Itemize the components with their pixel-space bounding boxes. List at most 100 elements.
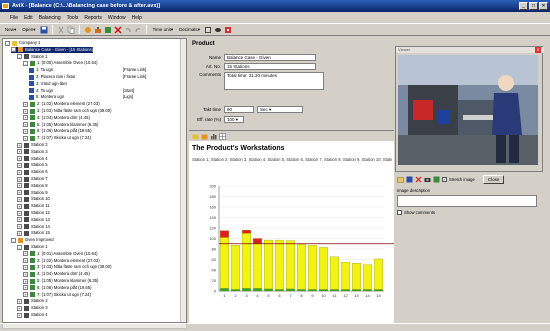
redo-icon[interactable] (134, 26, 142, 34)
open-button[interactable]: Open ▾ (20, 25, 37, 34)
expand-icon[interactable]: + (17, 203, 22, 209)
tree-item[interactable]: - Station 1 (17, 244, 48, 250)
tree-item[interactable]: +4: (1:04) Montera dörr (4.45) (23, 271, 90, 277)
tree-item[interactable]: + Station 12 (17, 210, 50, 216)
chart-view-icon[interactable] (210, 133, 217, 140)
image-open-icon[interactable] (397, 176, 404, 183)
expand-icon[interactable]: + (17, 230, 22, 236)
collapse-icon[interactable]: - (17, 54, 22, 60)
menu-help[interactable]: Help (132, 15, 142, 21)
product-icon[interactable] (84, 26, 92, 34)
tree-item[interactable]: +6: (1:06) Montera plåt (19.55) (23, 128, 91, 134)
station-icon[interactable] (94, 26, 102, 34)
tree-item[interactable]: + Station 8 (17, 183, 48, 189)
undo-icon[interactable] (124, 26, 132, 34)
expand-icon[interactable]: + (23, 251, 28, 257)
expand-icon[interactable]: + (23, 285, 28, 291)
menu-balancing[interactable]: Balancing (39, 15, 61, 21)
image-description-field[interactable] (397, 195, 537, 207)
balance-icon[interactable] (204, 26, 212, 34)
tree-vertical-scrollbar[interactable] (180, 39, 186, 322)
stretch-image-checkbox[interactable]: ✓ (442, 176, 447, 182)
collapse-icon[interactable]: - (11, 237, 16, 243)
product-tree[interactable]: - Company 1- Balance Case - Given - [15 St… (2, 38, 187, 323)
save-icon[interactable] (40, 26, 48, 34)
name-field[interactable]: Balance Case - Given (224, 54, 316, 61)
expand-icon[interactable]: + (23, 278, 28, 284)
tree-item[interactable]: +4: (1:04) Montera dörr (4.45) (23, 115, 90, 121)
tree-item[interactable]: + Station 3 (17, 149, 48, 155)
tree-item[interactable]: +3: (1:03) Nitta fäste ram och ugn (39.0… (23, 264, 111, 270)
tree-item[interactable]: + Station 3 (17, 305, 48, 311)
menu-tools[interactable]: Tools (67, 15, 79, 21)
image-delete-icon[interactable] (415, 176, 422, 183)
tree-item[interactable]: 3: Vänd ugn åter (29, 81, 67, 87)
copy-icon[interactable] (67, 26, 75, 34)
expand-icon[interactable]: + (17, 190, 22, 196)
menu-reports[interactable]: Reports (84, 15, 102, 21)
menu-window[interactable]: Window (108, 15, 126, 21)
expand-icon[interactable]: + (17, 298, 22, 304)
task-icon[interactable] (104, 26, 112, 34)
maximize-button[interactable]: □ (529, 2, 538, 10)
tree-item[interactable]: + Station 4 (17, 156, 48, 162)
comments-field[interactable]: Total time: 21.20 minutes (224, 72, 324, 90)
tree-item[interactable]: +7: (1:07) Skicka ut ugn (7.24) (23, 135, 91, 141)
expand-icon[interactable]: + (17, 162, 22, 168)
tree-item[interactable]: - Oven Improved (11, 237, 54, 243)
tree-item[interactable]: +2: (1:02) Montera element (27.03) (23, 101, 100, 107)
expand-icon[interactable]: + (23, 271, 28, 277)
image-save-icon[interactable] (406, 176, 413, 183)
expand-icon[interactable]: + (17, 169, 22, 175)
tree-item[interactable]: + Station 5 (17, 162, 48, 168)
delete-icon[interactable] (114, 25, 122, 34)
expand-icon[interactable]: + (17, 224, 22, 230)
tree-item[interactable]: + Station 11 (17, 203, 50, 209)
tree-item[interactable]: +1: (0:01) Assemble Oven (10.64) (23, 251, 98, 257)
collapse-icon[interactable]: - (11, 47, 16, 53)
tree-item[interactable]: 4: Ta ugn (29, 88, 53, 94)
expand-icon[interactable]: + (17, 183, 22, 189)
tree-item[interactable]: 2: Placera ram i fixtur (29, 74, 76, 80)
tree-item[interactable]: 1: Ta ugn (29, 67, 53, 73)
show-comments-checkbox[interactable] (397, 210, 402, 215)
expand-icon[interactable]: + (17, 305, 22, 311)
expand-icon[interactable]: + (17, 196, 22, 202)
tree-item[interactable]: - Station 1 (17, 54, 48, 60)
tree-item[interactable]: + Station 15 (17, 230, 50, 236)
tree-item[interactable]: + Station 4 (17, 312, 48, 318)
image-link-icon[interactable] (433, 176, 440, 183)
tree-item[interactable]: +2: (1:02) Montera element (27.03) (23, 258, 100, 264)
expand-icon[interactable]: + (23, 108, 28, 114)
tree-item[interactable]: + Station 13 (17, 217, 50, 223)
tree-item[interactable]: + Station 2 (17, 142, 48, 148)
tree-item[interactable]: - Company 1 (5, 40, 40, 46)
takt-field[interactable]: 90 (224, 106, 254, 113)
tree-item[interactable]: +3: (1:03) Nitta fäste ram och ugn (39.0… (23, 108, 111, 114)
eff-select[interactable]: 100 ▾ (224, 116, 244, 123)
expand-icon[interactable]: + (23, 264, 28, 270)
expand-icon[interactable]: + (17, 176, 22, 182)
tree-item[interactable]: +6: (1:06) Montera plåt (19.55) (23, 285, 91, 291)
minimize-button[interactable]: _ (519, 2, 528, 10)
tree-item[interactable]: - 1: (0:00) Assemble Oven (10.64) (23, 60, 98, 66)
tree-item[interactable]: + Station 2 (17, 298, 48, 304)
expand-icon[interactable]: + (17, 312, 22, 318)
table-view-icon[interactable] (219, 132, 226, 140)
expand-icon[interactable]: + (23, 101, 28, 107)
tree-item[interactable]: 5: Montera ugn (29, 94, 64, 100)
new-button[interactable]: New ▾ (3, 25, 18, 34)
tree-item[interactable]: + Station 7 (17, 176, 48, 182)
tree-item[interactable]: +5: (1:05) Montera klammer (6.35) (23, 278, 98, 284)
viewer-close-button[interactable]: ✕ (535, 47, 541, 53)
takt-unit-select[interactable]: Sec ▾ (257, 106, 303, 113)
time-unit-button[interactable]: Time unit ▾ (151, 25, 176, 34)
viewer-close-text-button[interactable]: Close (482, 174, 505, 184)
menu-file[interactable]: File (10, 15, 18, 21)
tree-item[interactable]: + Station 6 (17, 169, 48, 175)
tree-item[interactable]: +5: (1:05) Montera klammer (6.35) (23, 122, 98, 128)
folder-view-icon[interactable] (192, 133, 199, 140)
decimals-button[interactable]: Decimals ▾ (177, 25, 202, 34)
expand-icon[interactable]: + (17, 156, 22, 162)
tree-item[interactable]: +7: (1:07) Skicka ut ugn (7.24) (23, 292, 91, 298)
